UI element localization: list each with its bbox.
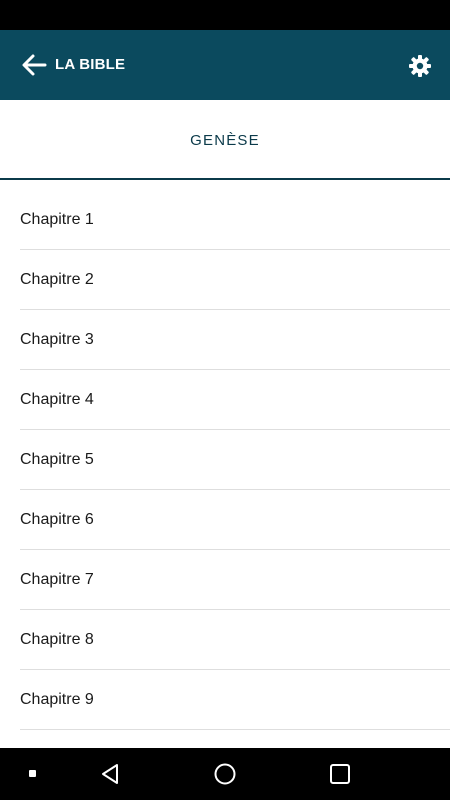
app-bar: LA BIBLE (0, 30, 450, 100)
chapter-label: Chapitre 6 (20, 510, 94, 528)
chapter-item[interactable]: Chapitre 2 (20, 250, 450, 310)
chapter-label: Chapitre 3 (20, 330, 94, 348)
chapter-item[interactable]: Chapitre 1 (20, 190, 450, 250)
arrow-left-icon (22, 54, 47, 76)
back-button[interactable] (20, 52, 48, 78)
chapter-item[interactable]: Chapitre 7 (20, 550, 450, 610)
tab-genese[interactable]: GENÈSE (190, 130, 260, 149)
chapter-label: Chapitre 7 (20, 570, 94, 588)
chapter-item[interactable]: Chapitre 9 (20, 670, 450, 730)
nav-indicator-icon (29, 770, 36, 777)
circle-home-icon[interactable] (213, 762, 237, 786)
chapter-label: Chapitre 1 (20, 210, 94, 228)
triangle-back-icon[interactable] (98, 762, 122, 786)
chapter-item[interactable]: Chapitre 8 (20, 610, 450, 670)
chapter-item[interactable]: Chapitre 3 (20, 310, 450, 370)
chapter-item[interactable]: Chapitre 6 (20, 490, 450, 550)
chapter-label: Chapitre 5 (20, 450, 94, 468)
chapter-item[interactable]: Chapitre 4 (20, 370, 450, 430)
app-title: LA BIBLE (55, 56, 126, 73)
settings-button[interactable] (405, 51, 435, 81)
system-nav-bar (0, 748, 450, 800)
chapter-label: Chapitre 4 (20, 390, 94, 408)
square-recents-icon[interactable] (328, 762, 352, 786)
book-tab-bar: GENÈSE (0, 100, 450, 180)
chapter-list: Chapitre 1 Chapitre 2 Chapitre 3 Chapitr… (0, 190, 450, 748)
chapter-label: Chapitre 2 (20, 270, 94, 288)
chapter-label: Chapitre 8 (20, 630, 94, 648)
chapter-label: Chapitre 9 (20, 690, 94, 708)
gear-icon (409, 55, 431, 77)
status-bar (0, 0, 450, 30)
chapter-item[interactable]: Chapitre 5 (20, 430, 450, 490)
